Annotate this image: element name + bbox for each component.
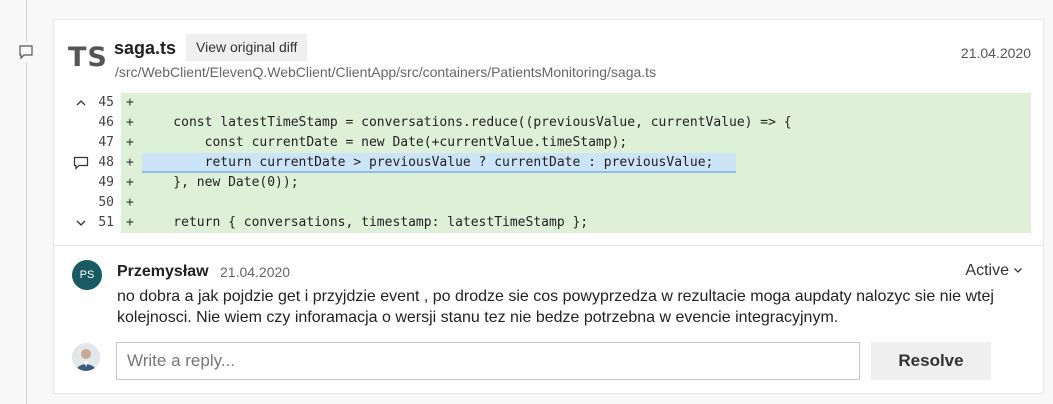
- diff-line: 46 + const latestTimeStamp = conversatio…: [54, 113, 1043, 133]
- comment: PS Przemysław 21.04.2020 Active no dobra…: [54, 256, 1043, 336]
- comment-thread-card: TS saga.ts View original diff /src/WebCl…: [53, 19, 1044, 394]
- code-text: return { conversations, timestamp: lates…: [142, 215, 589, 230]
- diff-snippet: 45 + 46 + const latestTimeStamp = conver…: [54, 93, 1043, 235]
- line-number: 50: [98, 195, 114, 210]
- file-header: TS saga.ts View original diff /src/WebCl…: [54, 20, 1043, 92]
- line-number: 46: [98, 115, 114, 130]
- code-text: const currentDate = new Date(+currentVal…: [142, 135, 628, 150]
- diff-sign: +: [126, 215, 134, 230]
- diff-sign: +: [126, 115, 134, 130]
- chevron-down-icon: [1013, 262, 1023, 280]
- expand-up-icon[interactable]: [72, 93, 90, 113]
- diff-line: 50 +: [54, 193, 1043, 213]
- line-number: 51: [98, 215, 114, 230]
- avatar: PS: [72, 260, 102, 290]
- line-number: 48: [98, 155, 114, 170]
- status-label: Active: [965, 262, 1009, 279]
- expand-down-icon[interactable]: [72, 213, 90, 233]
- diff-sign: +: [126, 155, 134, 170]
- diff-line: 47 + const currentDate = new Date(+curre…: [54, 133, 1043, 153]
- comment-icon[interactable]: [72, 153, 90, 173]
- line-number: 47: [98, 135, 114, 150]
- line-number: 49: [98, 175, 114, 190]
- code-text: return currentDate > previousValue ? cur…: [142, 155, 714, 170]
- comment-date: 21.04.2020: [220, 264, 291, 280]
- comment-thread-icon: [16, 42, 36, 62]
- comment-text: no dobra a jak pojdzie get i przyjdzie e…: [117, 288, 994, 326]
- file-date: 21.04.2020: [960, 45, 1031, 61]
- file-name[interactable]: saga.ts: [114, 38, 176, 59]
- code-text: const latestTimeStamp = conversations.re…: [142, 115, 792, 130]
- diff-sign: +: [126, 175, 134, 190]
- code-text: }, new Date(0));: [142, 175, 299, 190]
- resolve-button[interactable]: Resolve: [871, 342, 991, 380]
- diff-line: 51 + return { conversations, timestamp: …: [54, 213, 1043, 233]
- line-number: 45: [98, 95, 114, 110]
- file-path: /src/WebClient/ElevenQ.WebClient/ClientA…: [115, 64, 657, 80]
- diff-sign: +: [126, 135, 134, 150]
- reply-input[interactable]: [116, 342, 860, 380]
- view-original-diff-button[interactable]: View original diff: [186, 34, 308, 61]
- user-avatar: [72, 343, 100, 371]
- comment-author: Przemysław: [117, 263, 209, 280]
- diff-sign: +: [126, 195, 134, 210]
- status-dropdown[interactable]: Active: [965, 262, 1023, 280]
- reply-row: Resolve: [54, 340, 1043, 382]
- diff-line: 49 + }, new Date(0));: [54, 173, 1043, 193]
- diff-sign: +: [126, 95, 134, 110]
- diff-line: 45 +: [54, 93, 1043, 113]
- diff-line-commented: 48 + return currentDate > previousValue …: [54, 153, 1043, 173]
- divider: [54, 245, 1043, 246]
- typescript-file-icon: TS: [68, 42, 108, 73]
